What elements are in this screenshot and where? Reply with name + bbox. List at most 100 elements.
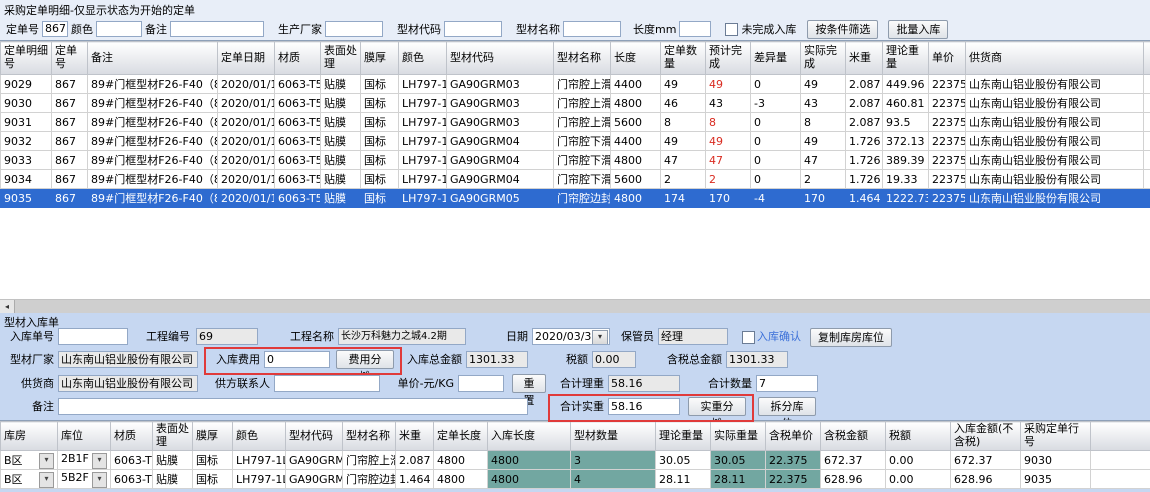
column-header[interactable]: 颜色 (399, 42, 447, 75)
cell: 1.726 (846, 151, 883, 170)
column-header[interactable]: 入库金额(不含税) (951, 422, 1021, 451)
column-header[interactable]: 型材名称 (554, 42, 611, 75)
inbound-no-input[interactable] (58, 328, 128, 345)
column-header[interactable]: 定单数量 (661, 42, 706, 75)
column-header[interactable]: 备注 (88, 42, 218, 75)
column-header[interactable]: 库房 (1, 422, 58, 451)
reset-button[interactable]: 重置 (512, 374, 546, 393)
date-picker[interactable]: 2020/03/31▾ (532, 328, 610, 345)
column-header[interactable]: 差异量 (751, 42, 801, 75)
column-header[interactable]: 税额 (886, 422, 951, 451)
order-no-input[interactable]: 867 (42, 21, 68, 37)
total-qty-field[interactable]: 7 (756, 375, 818, 392)
dropdown-arrow-icon[interactable]: ▾ (39, 453, 54, 469)
color-input[interactable] (96, 21, 142, 37)
column-header[interactable]: 定单号 (52, 42, 88, 75)
column-header[interactable]: 表面处理 (153, 422, 193, 451)
remark-input[interactable] (170, 21, 264, 37)
column-header[interactable]: 定单明细号 (1, 42, 52, 75)
column-header[interactable]: 实际完成 (801, 42, 846, 75)
table-row[interactable]: 903386789#门框型材F26-F40（866+867）2020/01/13… (1, 151, 1150, 170)
column-header[interactable]: 材质 (111, 422, 153, 451)
manufacturer-input[interactable] (325, 21, 383, 37)
column-header[interactable]: 库位 (58, 422, 111, 451)
column-header[interactable]: 定单日期 (218, 42, 275, 75)
column-header[interactable]: 米重 (396, 422, 434, 451)
split-location-button[interactable]: 拆分库位 (758, 397, 816, 416)
tax-field[interactable]: 0.00 (592, 351, 636, 368)
tax-total-field[interactable]: 1301.33 (726, 351, 788, 368)
table-row[interactable]: 903086789#门框型材F26-F40（866+867）2020/01/13… (1, 94, 1150, 113)
column-header[interactable]: 膜厚 (361, 42, 399, 75)
inbound-confirm-checkbox[interactable] (742, 331, 755, 344)
column-header[interactable]: 定单长度 (434, 422, 488, 451)
unfinished-inbound-checkbox[interactable] (725, 23, 738, 36)
total-amount-field[interactable]: 1301.33 (466, 351, 528, 368)
column-header[interactable]: 实际重量 (711, 422, 766, 451)
column-header[interactable]: 供货商 (966, 42, 1144, 75)
cell: 6063-T5 (275, 151, 321, 170)
column-header[interactable]: 理论重量 (656, 422, 711, 451)
column-header[interactable]: 膜厚 (193, 422, 233, 451)
cell: 门帘腔边封 (343, 470, 396, 489)
cell: 国标 (361, 132, 399, 151)
total-actual-weight-label: 合计实重 (552, 398, 604, 415)
inbound-fee-input[interactable]: 0 (264, 351, 330, 368)
total-theory-weight-field[interactable]: 58.16 (608, 375, 680, 392)
cell: 门帘腔上滑 (554, 113, 611, 132)
keeper-field[interactable]: 经理 (658, 328, 728, 345)
column-header[interactable]: 入库长度 (488, 422, 571, 451)
column-header[interactable]: 含税金额 (821, 422, 886, 451)
column-header[interactable]: 理论重量 (883, 42, 929, 75)
column-header[interactable]: 预计完成 (706, 42, 751, 75)
column-header[interactable]: 型材代码 (447, 42, 554, 75)
column-header[interactable]: 型材代码 (286, 422, 343, 451)
table-row[interactable]: 902986789#门框型材F26-F40（866+867）2020/01/13… (1, 75, 1150, 94)
filler-header (1144, 42, 1150, 75)
dropdown-arrow-icon[interactable]: ▾ (92, 453, 107, 469)
filter-by-condition-button[interactable]: 按条件筛选 (807, 20, 878, 39)
date-label: 日期 (502, 328, 528, 345)
supplier-contact-input[interactable] (274, 375, 380, 392)
table-row[interactable]: ▾B区▾2B1F6063-T5贴膜国标LH797-1LL0GA90GRM03门帘… (1, 451, 1150, 470)
batch-inbound-button[interactable]: 批量入库 (888, 20, 948, 39)
column-header[interactable]: 含税单价 (766, 422, 821, 451)
actual-weight-share-button[interactable]: 实重分摊 (688, 397, 746, 416)
inbound-form: 入库单号 工程编号 69 工程名称 长沙万科魅力之城4.2期 日期 2020/0… (0, 328, 1150, 420)
project-no-field[interactable]: 69 (196, 328, 258, 345)
profile-name-input[interactable] (563, 21, 621, 37)
column-header[interactable]: 采购定单行号 (1021, 422, 1091, 451)
project-name-field[interactable]: 长沙万科魅力之城4.2期 (338, 328, 466, 345)
table-row[interactable]: 903186789#门框型材F26-F40（866+867）2020/01/13… (1, 113, 1150, 132)
cell: 6063-T5 (275, 132, 321, 151)
dropdown-arrow-icon[interactable]: ▾ (39, 472, 54, 488)
horizontal-scrollbar[interactable]: ◂ (0, 299, 1150, 313)
cell: LH797-1LL0 (399, 94, 447, 113)
column-header[interactable]: 颜色 (233, 422, 286, 451)
scrollbar-thumb[interactable] (15, 300, 1150, 313)
dropdown-arrow-icon[interactable]: ▾ (92, 472, 107, 488)
column-header[interactable]: 单价 (929, 42, 966, 75)
unit-price-input[interactable] (458, 375, 504, 392)
column-header[interactable]: 米重 (846, 42, 883, 75)
remark2-input[interactable] (58, 398, 528, 415)
calendar-dropdown-icon[interactable]: ▾ (592, 330, 608, 345)
profile-code-input[interactable] (444, 21, 502, 37)
table-row[interactable]: 903586789#门框型材F26-F40（866+867）2020/01/13… (1, 189, 1150, 208)
column-header[interactable]: 表面处理 (321, 42, 361, 75)
table-row[interactable]: 903286789#门框型材F26-F40（866+867）2020/01/13… (1, 132, 1150, 151)
scroll-left-arrow-icon[interactable]: ◂ (0, 300, 15, 313)
column-header[interactable]: 长度 (611, 42, 661, 75)
column-header[interactable]: 型材名称 (343, 422, 396, 451)
copy-warehouse-location-button[interactable]: 复制库房库位 (810, 328, 892, 347)
supplier-field[interactable]: 山东南山铝业股份有限公司 (58, 375, 198, 392)
table-row[interactable]: 903486789#门框型材F26-F40（866+867）2020/01/13… (1, 170, 1150, 189)
total-actual-weight-input[interactable]: 58.16 (608, 398, 680, 415)
length-input[interactable] (679, 21, 711, 37)
table-row[interactable]: ▾B区▾5B2F6063-T5贴膜国标LH797-1LL0GA90GRM05门帘… (1, 470, 1150, 489)
column-header[interactable]: 型材数量 (571, 422, 656, 451)
column-header[interactable]: 材质 (275, 42, 321, 75)
cell: 0.00 (886, 451, 951, 470)
fee-share-button[interactable]: 费用分摊 (336, 350, 394, 369)
factory-field[interactable]: 山东南山铝业股份有限公司 (58, 351, 198, 368)
